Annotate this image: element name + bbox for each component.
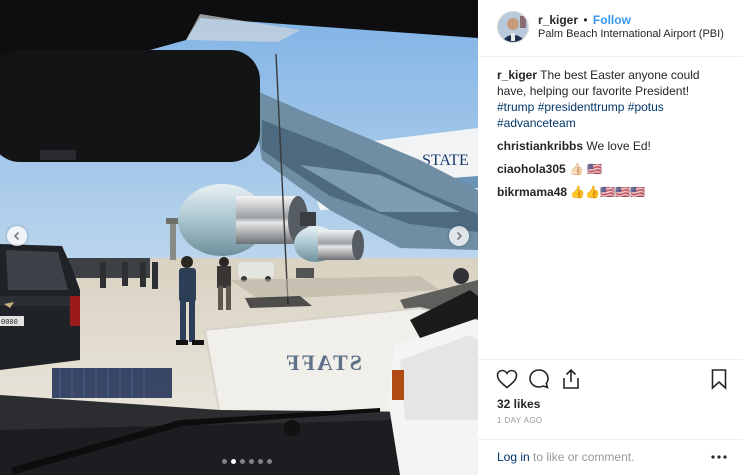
login-prompt-text: to like or comment. <box>529 450 635 464</box>
heart-icon[interactable] <box>495 367 519 391</box>
bookmark-icon[interactable] <box>707 367 731 391</box>
avatar-photo <box>498 12 528 42</box>
caption: r_kiger The best Easter anyone could hav… <box>497 67 729 131</box>
comments-list: r_kiger The best Easter anyone could hav… <box>497 67 729 207</box>
avatar[interactable] <box>497 11 529 43</box>
post-location[interactable]: Palm Beach International Airport (PBI) <box>538 28 724 40</box>
staff-mat-text: STAFF <box>284 350 362 375</box>
post-side-panel: r_kiger • Follow Palm Beach Internationa… <box>478 0 743 475</box>
post-header: r_kiger • Follow Palm Beach Internationa… <box>478 0 743 57</box>
carousel-dot <box>249 459 254 464</box>
carousel-dot <box>222 459 227 464</box>
hashtag-link[interactable]: #advanceteam <box>497 116 576 130</box>
post-timestamp: 1 DAY AGO <box>497 416 543 425</box>
hashtag-link[interactable]: #potus <box>628 100 664 114</box>
carousel-dot <box>258 459 263 464</box>
post-actions: 32 likes 1 DAY AGO Log in to like or com… <box>478 359 743 475</box>
list-item: christiankribbs We love Ed! <box>497 138 729 154</box>
comment-footer: Log in to like or comment. <box>478 439 743 475</box>
post-photo[interactable]: STATE 0000 STAFF <box>0 0 478 475</box>
carousel-indicator <box>222 459 272 464</box>
list-item: bikrmama48 👍👍🇺🇸🇺🇸🇺🇸 <box>497 184 729 200</box>
comment-text: We love Ed! <box>586 139 651 153</box>
action-bar <box>495 367 731 393</box>
comment-bubble-icon[interactable] <box>527 367 551 391</box>
more-options-icon[interactable] <box>710 450 728 464</box>
carousel-dot <box>240 459 245 464</box>
chevron-right-icon <box>456 231 463 241</box>
list-item: ciaohola305 👍🏻 🇺🇸 <box>497 161 729 177</box>
instagram-post: STATE 0000 STAFF r_kiger • Follow Palm B… <box>0 0 743 475</box>
hashtag-link[interactable]: #presidenttrump <box>538 100 625 114</box>
comment-text: 👍👍🇺🇸🇺🇸🇺🇸 <box>570 185 646 199</box>
login-link[interactable]: Log in <box>497 450 530 464</box>
login-prompt: Log in to like or comment. <box>497 450 634 464</box>
carousel-prev-button[interactable] <box>7 226 27 246</box>
caption-username[interactable]: r_kiger <box>497 68 537 82</box>
photo-scene: STATE 0000 STAFF <box>0 0 478 475</box>
comment-username[interactable]: bikrmama48 <box>497 185 567 199</box>
carousel-dot <box>267 459 272 464</box>
comment-username[interactable]: ciaohola305 <box>497 162 566 176</box>
chevron-left-icon <box>13 231 20 241</box>
like-count[interactable]: 32 likes <box>497 397 540 411</box>
carousel-dot-active <box>231 459 236 464</box>
comment-text: 👍🏻 🇺🇸 <box>569 162 603 176</box>
license-plate: 0000 <box>1 319 18 327</box>
caption-hashtags: #trump #presidenttrump #potus #advancete… <box>497 99 729 131</box>
post-author-username[interactable]: r_kiger <box>538 13 578 27</box>
follow-button[interactable]: Follow <box>593 13 631 27</box>
hashtag-link[interactable]: #trump <box>497 100 534 114</box>
comment-username[interactable]: christiankribbs <box>497 139 583 153</box>
share-icon[interactable] <box>559 367 583 391</box>
carousel-next-button[interactable] <box>449 226 469 246</box>
header-separator: • <box>583 13 588 27</box>
